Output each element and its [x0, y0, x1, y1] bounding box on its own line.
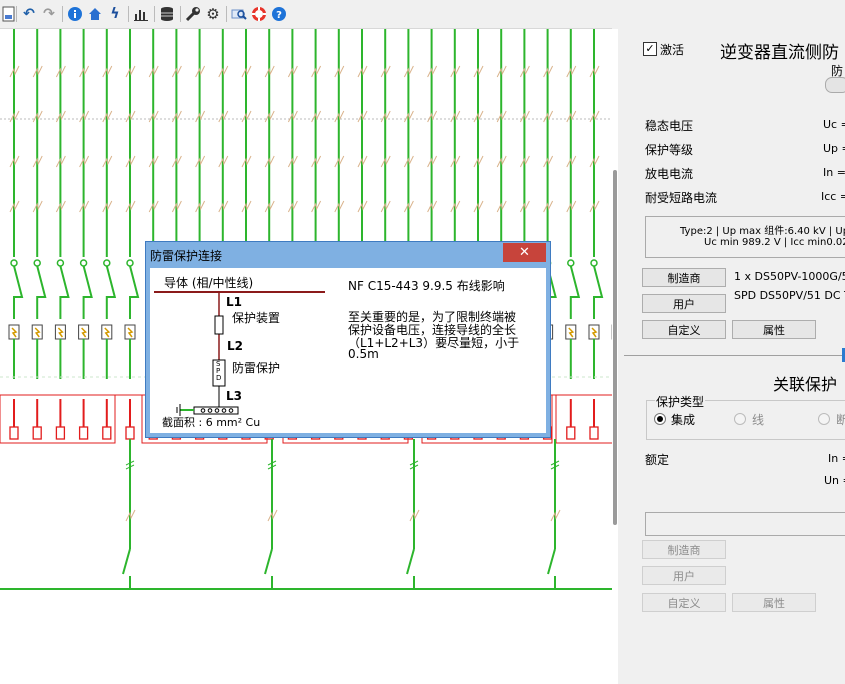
associated-summary-box	[645, 512, 845, 536]
custom-button[interactable]: 自定义	[642, 320, 726, 339]
breaker-radio[interactable]	[818, 413, 830, 425]
switch-symbol	[59, 265, 70, 319]
icc-label: Icc =	[821, 190, 845, 203]
isolator-switch	[406, 548, 415, 575]
protection-type-label: 保护类型	[655, 393, 706, 410]
undo-icon[interactable]: ↶	[20, 5, 38, 23]
isolator-switch	[547, 548, 556, 575]
summary-box: Type:2 | Up max 组件:6.40 kV | Up Uc min 9…	[645, 216, 845, 258]
combiner-box	[555, 394, 612, 444]
switch-symbol	[569, 265, 581, 319]
manufacturer-button-2[interactable]: 制造商	[642, 540, 726, 559]
integrated-label: 集成	[671, 413, 696, 427]
zoom-icon[interactable]	[230, 5, 248, 23]
fuse-box	[589, 426, 599, 440]
isolator-switch	[122, 548, 131, 575]
terminal-node	[79, 259, 88, 267]
terminal-node	[33, 259, 41, 267]
summary-line-1: Type:2 | Up max 组件:6.40 kV | Up	[680, 226, 845, 237]
wrench-icon[interactable]	[184, 5, 202, 23]
terminal-node	[56, 259, 65, 267]
activate-label: 激活	[660, 43, 685, 57]
switch-symbol	[13, 265, 24, 319]
user-value: SPD DS50PV/51 DC Ty	[734, 289, 845, 302]
switch-symbol	[129, 265, 140, 319]
in-rated-label: In =	[828, 452, 845, 465]
line-radio[interactable]	[734, 413, 746, 425]
manufacturer-value: 1 x DS50PV-1000G/51	[734, 270, 845, 283]
fuse-box	[78, 426, 89, 440]
breaker-label: 断	[836, 413, 845, 427]
l1-label: L1	[226, 295, 242, 309]
lightning-icon[interactable]: ϟ	[106, 5, 124, 23]
isolator-switch	[264, 548, 273, 575]
redo-icon[interactable]: ↷	[40, 5, 58, 23]
fuse-box	[9, 426, 19, 440]
dialog-title: 防雷保护连接	[150, 249, 223, 263]
in-current-label: In =	[823, 166, 845, 179]
properties-button[interactable]: 属性	[732, 320, 816, 339]
up-label: Up =	[823, 142, 845, 155]
home-icon[interactable]	[86, 5, 104, 23]
protection-level-label: 保护等级	[645, 143, 694, 157]
l3-label: L3	[226, 389, 242, 403]
standard-title: NF C15-443 9.9.5 布线影响	[348, 279, 505, 293]
divider	[624, 355, 845, 356]
section-title: 逆变器直流侧防	[720, 43, 839, 63]
fuse-box	[125, 426, 135, 440]
help-icon[interactable]: ?	[270, 5, 288, 23]
short-circuit-label: 耐受短路电流	[645, 191, 718, 205]
terminal-node	[10, 259, 18, 267]
spd-text: SPD	[216, 360, 222, 382]
rated-label: 额定	[645, 453, 670, 467]
toggle-button[interactable]	[825, 77, 845, 93]
terminal-node	[103, 259, 111, 267]
line-label: 线	[752, 413, 765, 427]
integrated-radio[interactable]	[654, 413, 666, 425]
note-line-4: 0.5m	[348, 347, 379, 361]
terminal-node	[126, 259, 134, 267]
info-icon[interactable]	[66, 5, 84, 23]
toolbar: ↶ ↷ ϟ ⚙ ?	[0, 0, 612, 29]
dialog-body: 导体 (相/中性线) L1 保护装置 L2 防雷保护 SPD L3 截面积 : …	[150, 268, 546, 433]
fuse-box	[55, 426, 66, 440]
associated-protection-title: 关联保护	[773, 375, 838, 394]
database-icon[interactable]	[158, 5, 176, 23]
manufacturer-button[interactable]: 制造商	[642, 268, 726, 287]
cross-section-label: 截面积 : 6 mm² Cu	[162, 416, 261, 429]
properties-button-2[interactable]: 属性	[732, 593, 816, 612]
uc-label: Uc =	[823, 118, 845, 131]
steady-voltage-label: 稳态电压	[645, 119, 694, 133]
terminal-node	[590, 259, 598, 267]
help-ring-icon[interactable]	[250, 5, 268, 23]
discharge-current-label: 放电电流	[645, 167, 694, 181]
un-rated-label: Un =	[824, 474, 845, 487]
summary-line-2: Uc min 989.2 V | Icc min0.02	[704, 237, 845, 248]
switch-symbol	[593, 265, 604, 319]
close-button[interactable]: ✕	[503, 243, 546, 262]
fuse-box	[102, 426, 112, 440]
user-button-2[interactable]: 用户	[642, 566, 726, 585]
user-button[interactable]: 用户	[642, 294, 726, 313]
custom-button-2[interactable]: 自定义	[642, 593, 726, 612]
scrollbar-thumb[interactable]	[613, 170, 617, 525]
bar-chart-icon[interactable]	[132, 5, 150, 23]
l2-label: L2	[227, 339, 243, 353]
conductor-label: 导体 (相/中性线)	[164, 276, 254, 290]
terminal-node	[567, 259, 575, 267]
gear-icon[interactable]: ⚙	[204, 5, 222, 23]
lightning-connection-dialog: 防雷保护连接 ✕ 导体 (相/中性线) L1 保护装置 L2 防雷保护 SPD …	[145, 241, 551, 438]
activate-checkbox[interactable]: ✓	[643, 42, 657, 56]
fuse-box	[32, 426, 42, 440]
lightning-protection-label: 防雷保护	[232, 361, 281, 375]
switch-symbol	[105, 265, 117, 319]
properties-panel: ✓ 激活 逆变器直流侧防 防 稳态电压 Uc = 保护等级 Up = 放电电流 …	[618, 0, 845, 684]
protective-device-label: 保护装置	[232, 311, 281, 325]
switch-symbol	[82, 265, 93, 319]
switch-symbol	[36, 265, 47, 319]
fuse-box	[566, 426, 576, 440]
svg-text:?: ?	[276, 10, 282, 21]
